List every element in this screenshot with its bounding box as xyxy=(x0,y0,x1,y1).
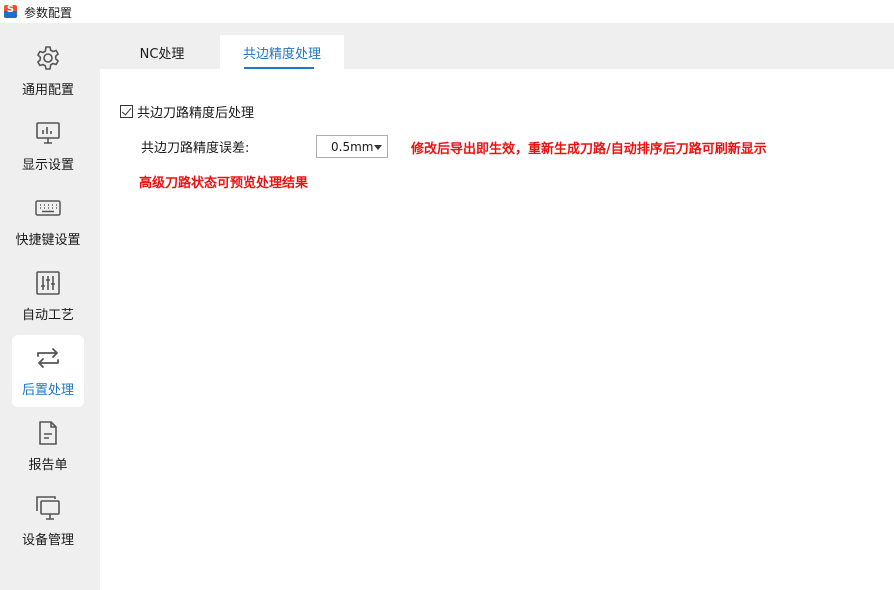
sidebar-item-display[interactable]: 显示设置 xyxy=(12,110,84,182)
title-bar: S 参数配置 xyxy=(0,0,894,23)
app-logo-icon: S xyxy=(4,5,17,18)
tolerance-select[interactable]: 0.5mm xyxy=(316,135,388,158)
sidebar: 通用配置 显示设置 快捷键设置 自动工艺 后置处理 报告单 设备管理 xyxy=(0,23,100,590)
tab-common-edge-precision[interactable]: 共边精度处理 xyxy=(220,35,344,69)
common-edge-postprocess-option[interactable]: 共边刀路精度后处理 xyxy=(120,102,254,121)
tab-label: 共边精度处理 xyxy=(242,46,321,62)
window-title: 参数配置 xyxy=(24,6,73,20)
tolerance-label: 共边刀路精度误差: xyxy=(141,141,250,156)
document-icon xyxy=(34,419,62,447)
tab-nc-processing[interactable]: NC处理 xyxy=(120,35,204,69)
sidebar-item-auto-process[interactable]: 自动工艺 xyxy=(12,260,84,332)
sidebar-item-device[interactable]: 设备管理 xyxy=(12,485,84,557)
sidebar-item-label: 通用配置 xyxy=(21,83,74,98)
swap-arrows-icon xyxy=(34,344,62,372)
sliders-icon xyxy=(34,269,62,297)
warning-note-preview: 高级刀路状态可预览处理结果 xyxy=(139,176,309,191)
sidebar-item-report[interactable]: 报告单 xyxy=(12,410,84,482)
monitor-chart-icon xyxy=(34,119,62,147)
gear-icon xyxy=(34,44,62,72)
sidebar-item-label: 自动工艺 xyxy=(21,308,74,323)
chevron-down-icon xyxy=(374,145,382,150)
sidebar-item-label: 快捷键设置 xyxy=(15,233,81,248)
sidebar-item-post-process[interactable]: 后置处理 xyxy=(12,335,84,407)
tab-bar: NC处理 共边精度处理 xyxy=(100,23,894,69)
common-edge-checkbox[interactable] xyxy=(120,105,133,118)
sidebar-item-label: 显示设置 xyxy=(21,158,74,173)
sidebar-item-label: 设备管理 xyxy=(21,533,74,548)
tolerance-value: 0.5mm xyxy=(331,139,374,154)
sidebar-item-label: 后置处理 xyxy=(21,383,74,398)
sidebar-item-label: 报告单 xyxy=(28,458,68,473)
keyboard-icon xyxy=(34,194,62,222)
checkbox-label: 共边刀路精度后处理 xyxy=(137,106,255,121)
sidebar-item-shortcuts[interactable]: 快捷键设置 xyxy=(12,185,84,257)
sidebar-item-general[interactable]: 通用配置 xyxy=(12,35,84,107)
multi-monitor-icon xyxy=(34,494,62,522)
warning-note-apply: 修改后导出即生效，重新生成刀路/自动排序后刀路可刷新显示 xyxy=(411,142,767,157)
settings-panel: 共边刀路精度后处理 共边刀路精度误差: 0.5mm 修改后导出即生效，重新生成刀… xyxy=(100,69,894,590)
